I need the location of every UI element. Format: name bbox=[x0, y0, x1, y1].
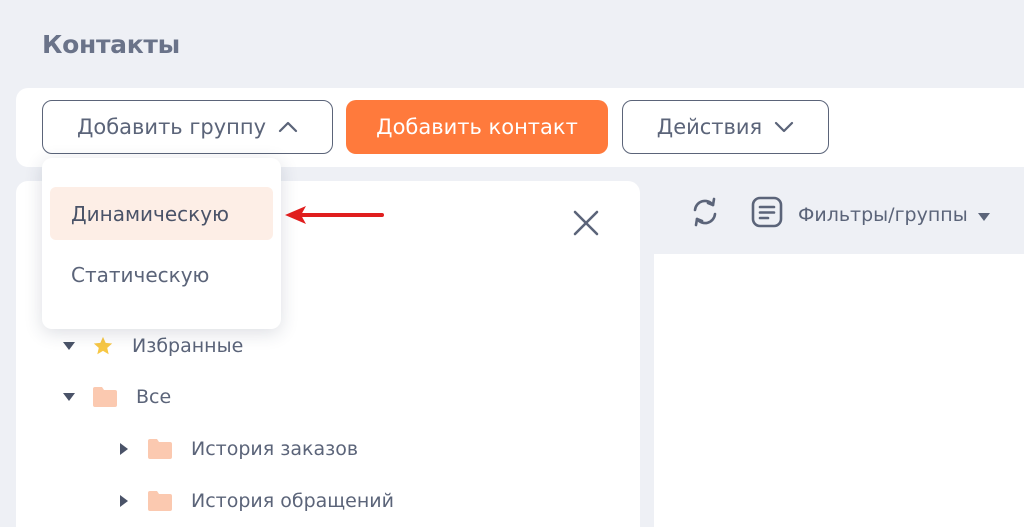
tree-item-order-history[interactable]: История заказов bbox=[117, 438, 358, 460]
close-icon[interactable] bbox=[572, 209, 600, 237]
tree-item-label: Избранные bbox=[132, 335, 244, 357]
actions-label: Действия bbox=[656, 115, 763, 139]
folder-icon bbox=[147, 438, 173, 460]
add-contact-button[interactable]: Добавить контакт bbox=[346, 100, 608, 154]
chevron-down-icon bbox=[774, 121, 794, 133]
toolbar: Добавить группу Добавить контакт Действи… bbox=[16, 88, 1024, 167]
folder-icon bbox=[147, 490, 173, 512]
dropdown-item-label: Статическую bbox=[71, 262, 210, 287]
filters-groups-button[interactable]: Фильтры/группы bbox=[750, 195, 990, 234]
page-title: Контакты bbox=[42, 30, 180, 59]
caret-down-icon[interactable] bbox=[62, 342, 76, 350]
add-group-label: Добавить группу bbox=[76, 115, 267, 139]
tree-item-label: Все bbox=[136, 386, 172, 408]
add-group-dropdown: Динамическую Статическую bbox=[42, 158, 281, 329]
caret-down-icon bbox=[977, 204, 990, 226]
star-icon bbox=[92, 335, 114, 357]
tree-item-label: История обращений bbox=[191, 490, 394, 512]
tree-item-request-history[interactable]: История обращений bbox=[117, 490, 394, 512]
add-contact-label: Добавить контакт bbox=[376, 115, 578, 139]
tree-item-all[interactable]: Все bbox=[62, 386, 171, 408]
actions-button[interactable]: Действия bbox=[622, 100, 829, 154]
dropdown-item-dynamic[interactable]: Динамическую bbox=[50, 187, 273, 240]
tree-item-favorites[interactable]: Избранные bbox=[62, 335, 243, 357]
refresh-icon[interactable] bbox=[688, 195, 722, 233]
filters-groups-label: Фильтры/группы bbox=[798, 203, 968, 226]
tree-item-label: История заказов bbox=[191, 438, 359, 460]
caret-right-icon[interactable] bbox=[117, 495, 131, 507]
dropdown-item-label: Динамическую bbox=[71, 201, 229, 226]
red-arrow-icon bbox=[282, 202, 388, 238]
chevron-up-icon bbox=[278, 121, 298, 133]
caret-right-icon[interactable] bbox=[117, 443, 131, 455]
document-list-icon bbox=[750, 195, 784, 234]
contacts-header: Фильтры/группы bbox=[654, 181, 1024, 253]
dropdown-item-static[interactable]: Статическую bbox=[50, 248, 273, 301]
add-group-button[interactable]: Добавить группу bbox=[42, 100, 333, 154]
folder-icon bbox=[92, 386, 118, 408]
contacts-content bbox=[654, 254, 1024, 527]
caret-down-icon[interactable] bbox=[62, 393, 76, 401]
